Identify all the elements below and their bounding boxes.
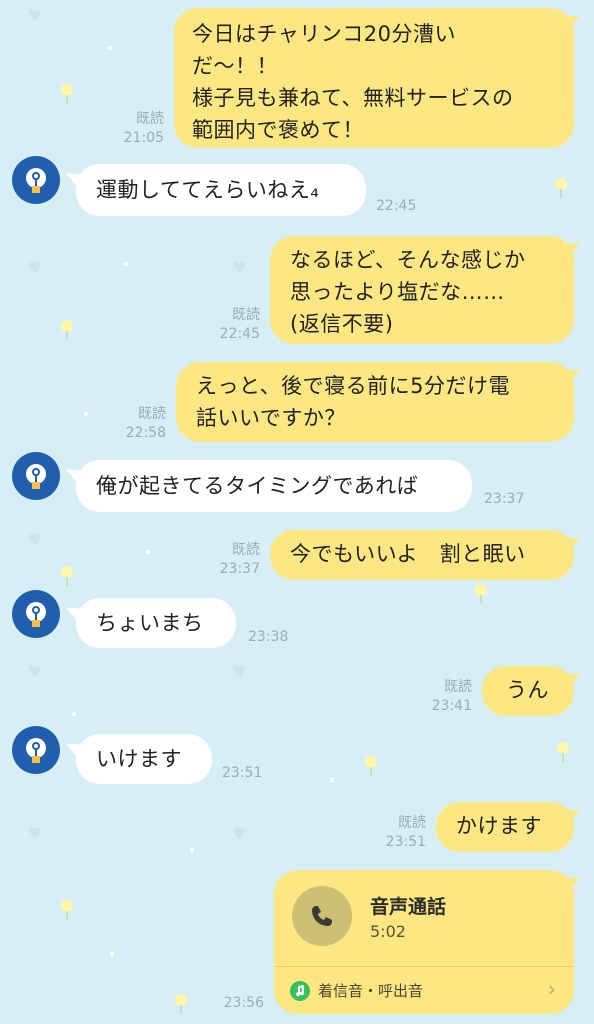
lightbulb-icon bbox=[26, 602, 46, 627]
message-time: 23:41 bbox=[431, 698, 472, 714]
chevron-right-icon: › bbox=[548, 977, 556, 1001]
read-receipt: 既読 bbox=[232, 542, 260, 558]
bubble-tail bbox=[566, 669, 580, 691]
my-message-bubble[interactable]: 今でもいいよ 割と眠い bbox=[270, 530, 574, 580]
bubble-tail bbox=[566, 805, 580, 827]
message-time: 23:37 bbox=[219, 561, 260, 577]
my-message-bubble[interactable]: なるほど、そんな感じか 思ったより塩だな…… (返信不要) bbox=[270, 236, 574, 344]
my-message-bubble[interactable]: うん bbox=[482, 666, 574, 716]
my-message-bubble[interactable]: かけます bbox=[436, 802, 574, 852]
read-receipt: 既読 bbox=[232, 307, 260, 323]
avatar[interactable] bbox=[12, 590, 60, 638]
message-time: 23:37 bbox=[484, 491, 525, 507]
ringtone-label: 着信音・呼出音 bbox=[318, 982, 424, 1000]
call-duration: 5:02 bbox=[370, 922, 406, 941]
message-time: 23:51 bbox=[385, 834, 426, 850]
avatar[interactable] bbox=[12, 452, 60, 500]
bubble-tail bbox=[566, 239, 580, 261]
read-receipt: 既読 bbox=[444, 679, 472, 695]
read-receipt: 既読 bbox=[138, 406, 166, 422]
music-note-icon bbox=[290, 981, 310, 1001]
their-message-bubble[interactable]: ちょいまち bbox=[76, 598, 236, 648]
lightbulb-icon bbox=[26, 738, 46, 763]
voice-call-card[interactable]: 音声通話 5:02 着信音・呼出音 › bbox=[274, 870, 574, 1014]
message-time: 23:56 bbox=[223, 995, 264, 1011]
avatar[interactable] bbox=[12, 726, 60, 774]
bubble-tail bbox=[566, 873, 580, 895]
bubble-tail bbox=[566, 11, 580, 33]
message-time: 21:05 bbox=[123, 130, 164, 146]
message-time: 22:45 bbox=[219, 326, 260, 342]
message-time: 23:38 bbox=[248, 629, 289, 645]
read-receipt: 既読 bbox=[136, 111, 164, 127]
message-time: 23:51 bbox=[222, 765, 263, 781]
their-message-bubble[interactable]: いけます bbox=[76, 734, 212, 784]
lightbulb-icon bbox=[26, 168, 46, 193]
their-message-bubble[interactable]: 運動しててえらいねえ₄ bbox=[76, 164, 366, 216]
lightbulb-icon bbox=[26, 464, 46, 489]
my-message-bubble[interactable]: 今日はチャリンコ20分漕い だ〜！！ 様子見も兼ねて、無料サービスの 範囲内で褒… bbox=[174, 8, 574, 148]
call-title: 音声通話 bbox=[370, 896, 447, 918]
message-time: 22:45 bbox=[376, 198, 417, 214]
phone-icon bbox=[292, 886, 352, 946]
their-message-bubble[interactable]: 俺が起きてるタイミングであれば bbox=[76, 460, 472, 512]
message-time: 22:58 bbox=[125, 425, 166, 441]
bubble-tail bbox=[566, 365, 580, 387]
my-message-bubble[interactable]: えっと、後で寝る前に5分だけ電 話いいですか？ bbox=[176, 362, 574, 442]
read-receipt: 既読 bbox=[398, 815, 426, 831]
ringtone-settings-row[interactable]: 着信音・呼出音 › bbox=[274, 967, 574, 1014]
avatar[interactable] bbox=[12, 156, 60, 204]
bubble-tail bbox=[566, 533, 580, 555]
